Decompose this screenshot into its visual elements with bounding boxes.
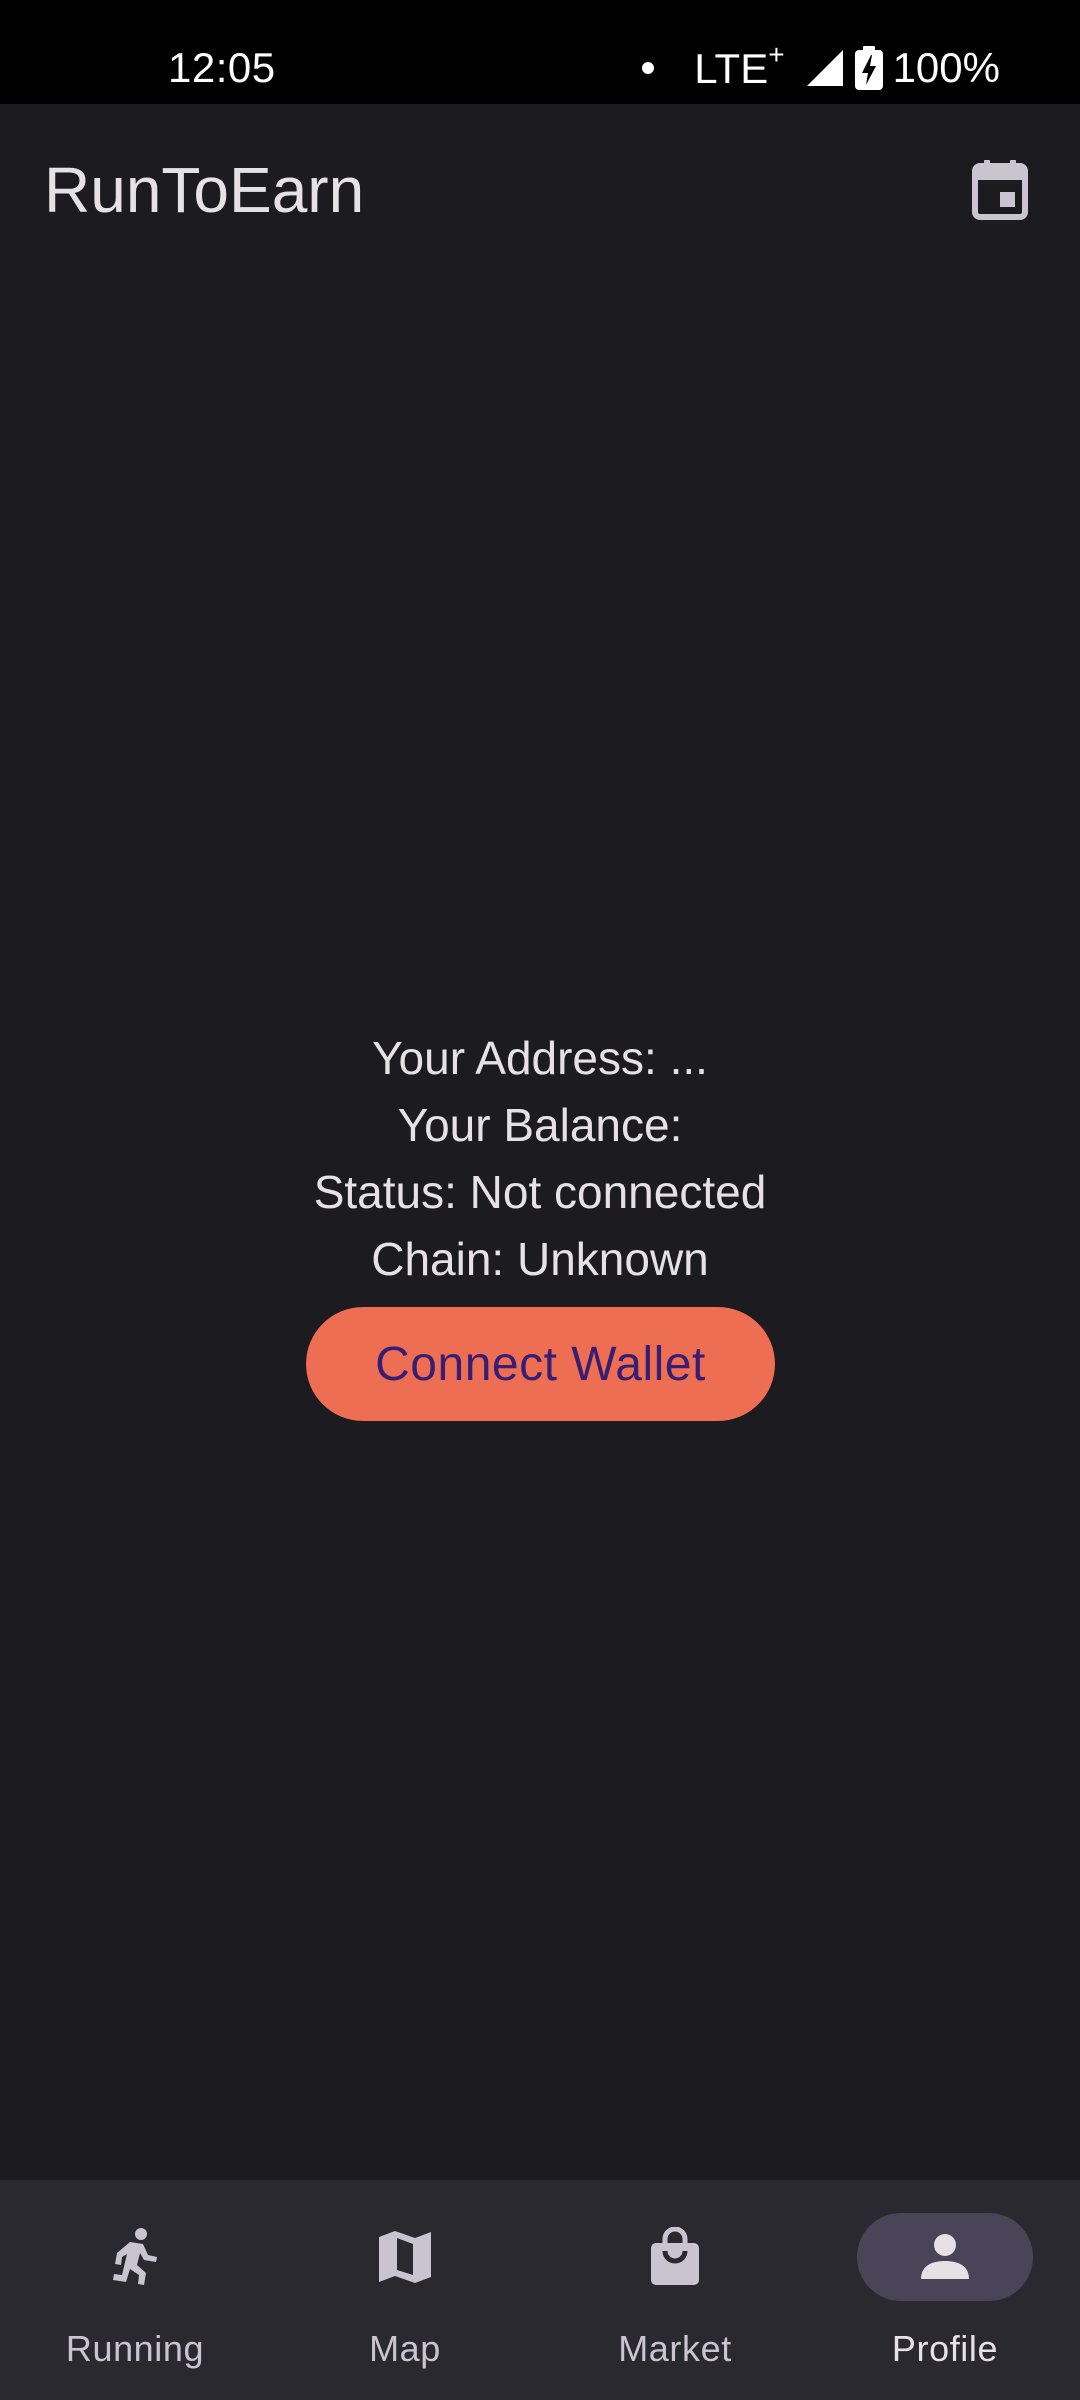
status-time: 12:05 xyxy=(168,44,276,91)
nav-item-running[interactable]: Running xyxy=(0,2180,270,2400)
battery-charging-icon xyxy=(854,46,883,90)
network-suffix: + xyxy=(768,39,785,70)
calendar-icon xyxy=(972,160,1028,220)
nav-label-market: Market xyxy=(618,2328,732,2369)
notification-dot-icon xyxy=(642,62,655,74)
nav-icon-container xyxy=(47,2213,223,2301)
signal-icon xyxy=(806,50,843,86)
nav-active-indicator xyxy=(857,2213,1033,2301)
connection-status: Status: Not connected xyxy=(313,1166,767,1218)
bottom-navigation: Running Map Market Profile xyxy=(0,2180,1080,2400)
nav-item-market[interactable]: Market xyxy=(540,2180,810,2400)
running-icon xyxy=(113,2228,157,2285)
top-app-bar: RunToEarn xyxy=(0,104,1080,276)
wallet-balance: Your Balance: xyxy=(397,1099,683,1151)
person-icon xyxy=(921,2234,969,2279)
wallet-info: Your Address: ... Your Balance: Status: … xyxy=(0,1025,1080,1293)
nav-item-profile[interactable]: Profile xyxy=(810,2180,1080,2400)
app-screen: 12:05 LTE+ 100% RunToEarn Your Address: … xyxy=(0,0,1080,2400)
nav-label-map: Map xyxy=(369,2328,441,2369)
status-icons: LTE+ 100% xyxy=(642,38,1000,98)
map-icon xyxy=(379,2231,431,2283)
status-bar: 12:05 LTE+ 100% xyxy=(0,0,1080,104)
network-label: LTE xyxy=(694,45,769,92)
wallet-address: Your Address: ... xyxy=(372,1032,708,1084)
battery-level: 100% xyxy=(892,44,1000,91)
chain-info: Chain: Unknown xyxy=(371,1233,709,1285)
calendar-button[interactable] xyxy=(964,154,1036,226)
nav-icon-container xyxy=(317,2213,493,2301)
nav-item-map[interactable]: Map xyxy=(270,2180,540,2400)
nav-icon-container xyxy=(587,2213,763,2301)
app-title: RunToEarn xyxy=(44,154,365,226)
network-type: LTE+ xyxy=(694,39,794,93)
nav-label-profile: Profile xyxy=(891,2328,999,2369)
nav-label-running: Running xyxy=(65,2328,205,2369)
shopping-bag-icon xyxy=(651,2227,699,2285)
connect-wallet-button[interactable]: Connect Wallet xyxy=(306,1307,775,1421)
